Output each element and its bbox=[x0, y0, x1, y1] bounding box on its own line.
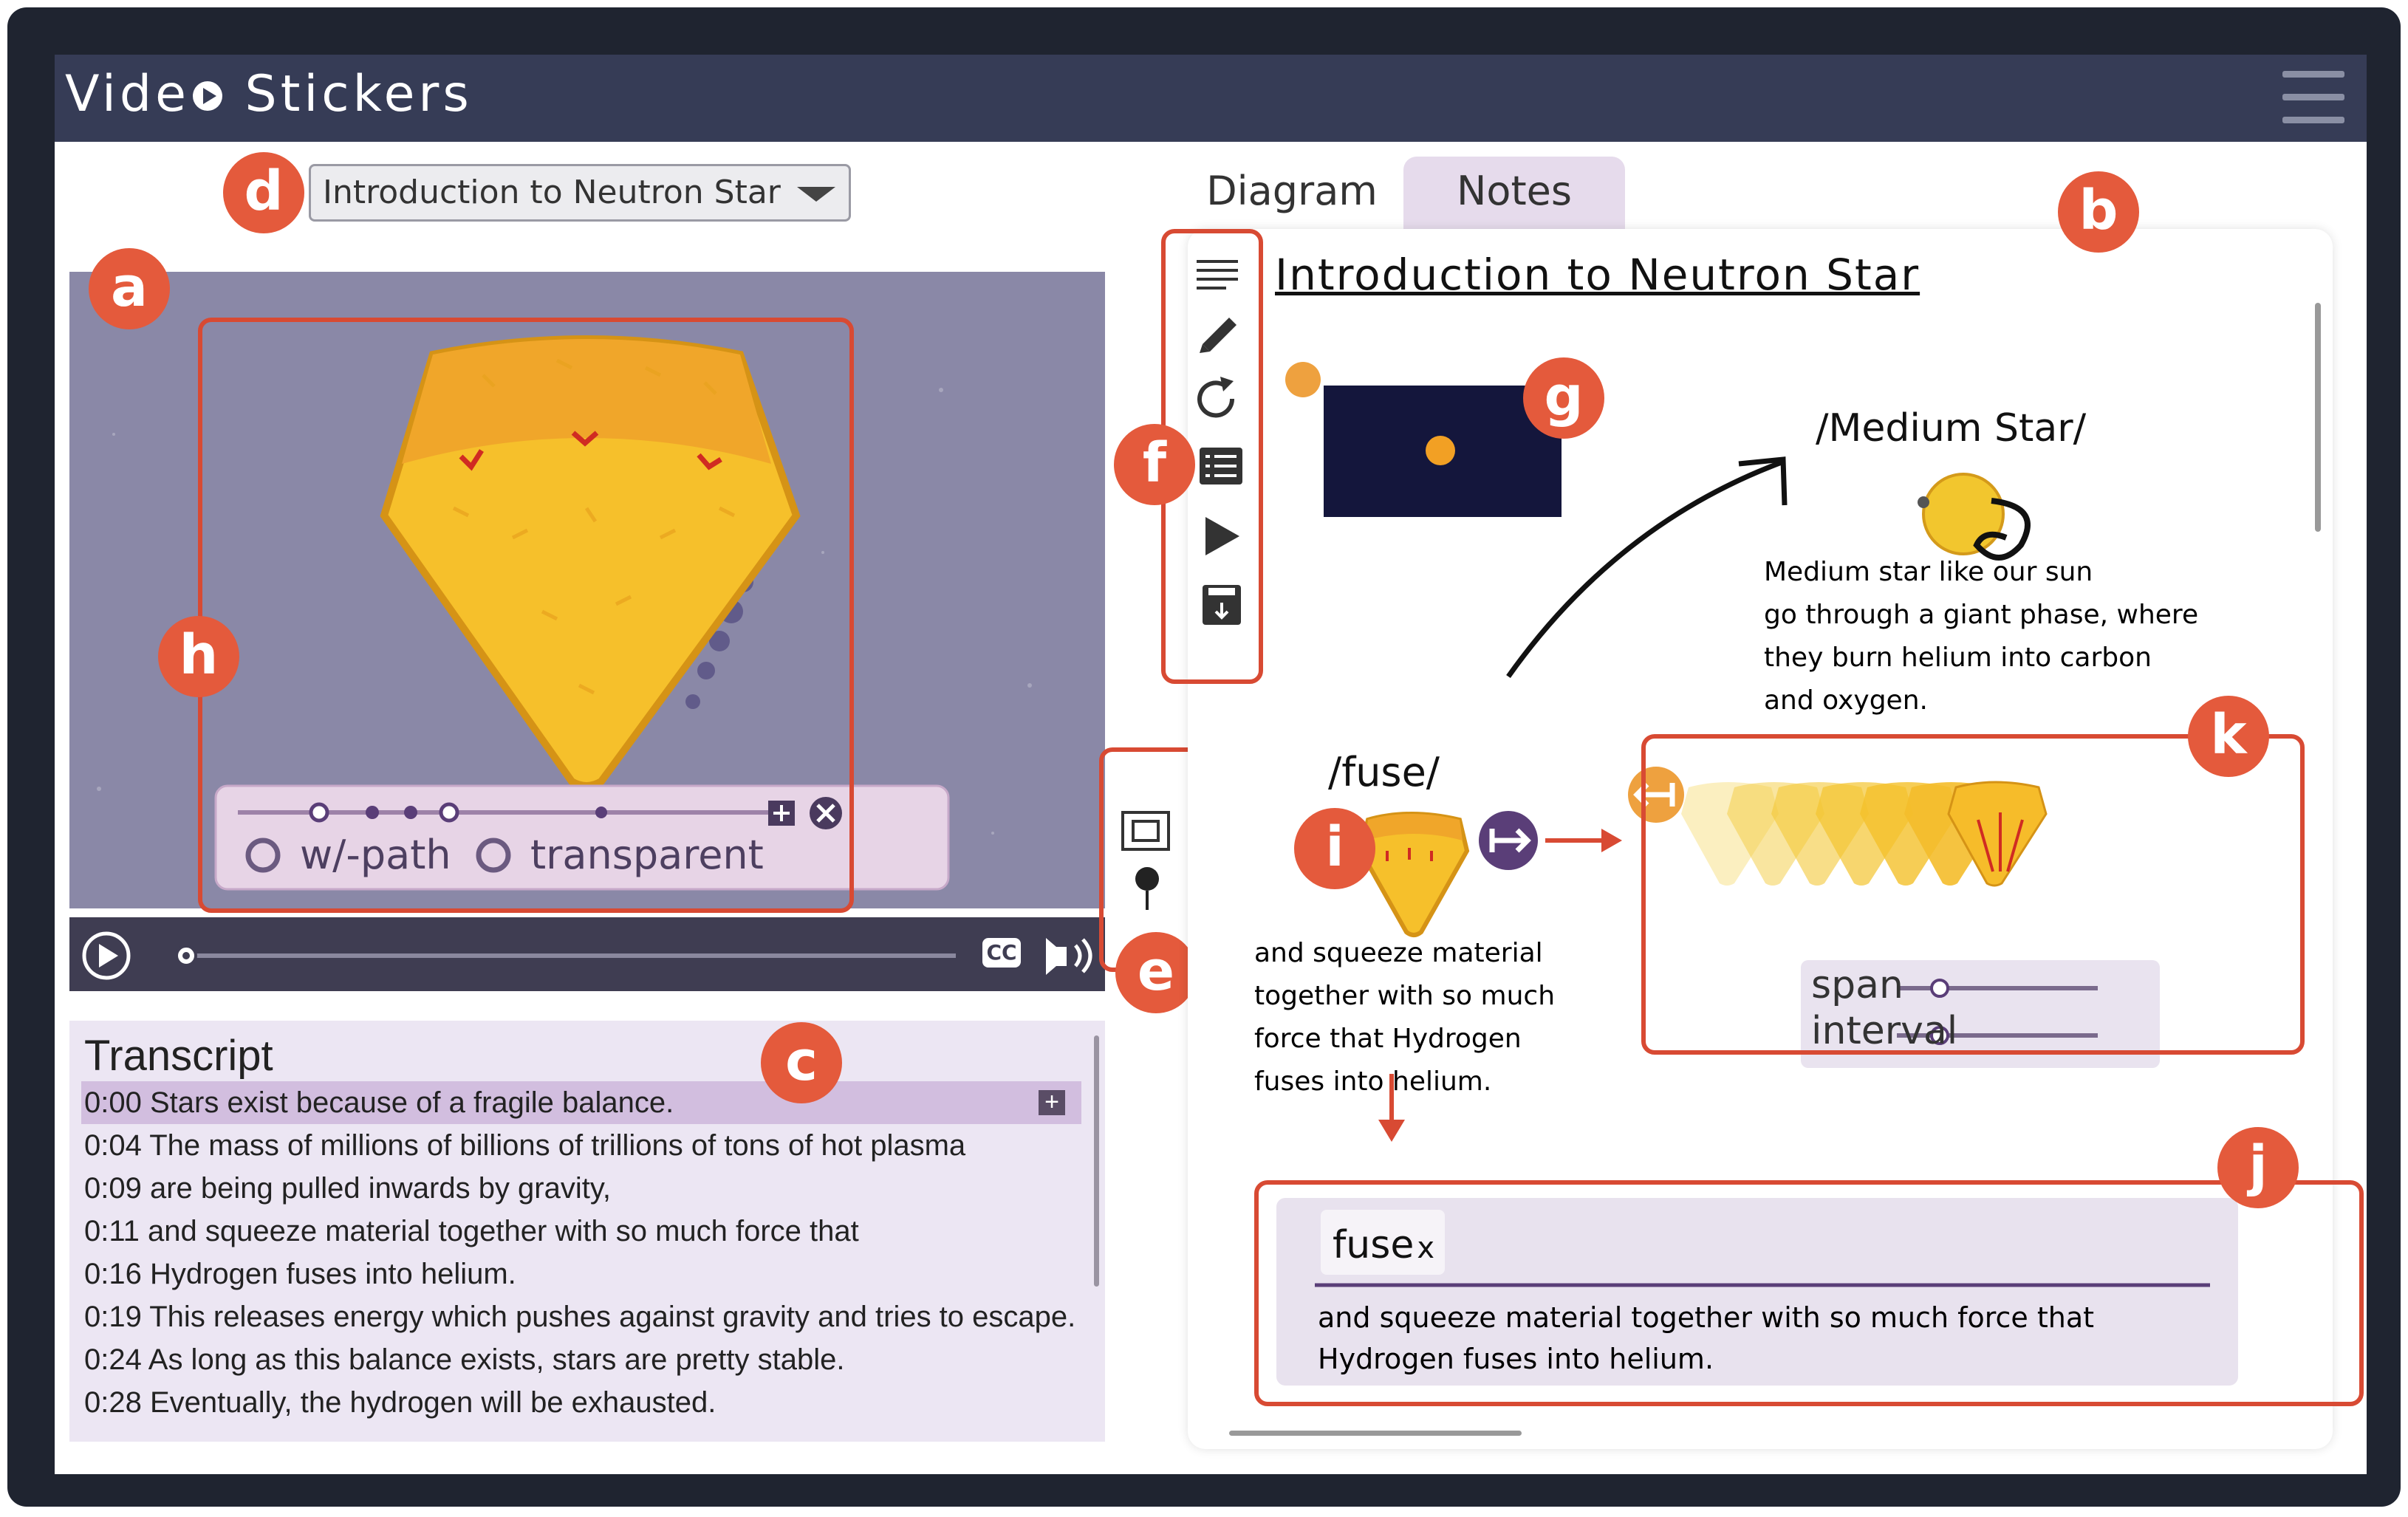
save-icon[interactable] bbox=[1188, 578, 1244, 632]
app-header: Vide Stickers bbox=[55, 55, 2367, 142]
sticker-region-box bbox=[198, 318, 854, 913]
text-tool-icon[interactable] bbox=[1188, 253, 1244, 297]
marker-h: h bbox=[158, 616, 239, 697]
transcript-row[interactable]: 0:09 are being pulled inwards by gravity… bbox=[84, 1167, 611, 1210]
animation-sticker-box bbox=[1641, 734, 2305, 1055]
pin-icon[interactable] bbox=[1130, 863, 1164, 914]
transcript-scrollbar[interactable] bbox=[1094, 1035, 1099, 1287]
marker-j: j bbox=[2217, 1127, 2299, 1208]
row-time: 0:00 bbox=[84, 1086, 142, 1119]
video-control-bar: CC bbox=[69, 917, 1105, 991]
join-button[interactable] bbox=[1479, 811, 1538, 870]
tab-diagram-label: Diagram bbox=[1206, 168, 1378, 214]
transcript-row[interactable]: 0:11 and squeeze material together with … bbox=[84, 1210, 859, 1253]
transcript-row[interactable]: 0:24 As long as this balance exists, sta… bbox=[84, 1338, 844, 1381]
hamburger-menu-icon[interactable] bbox=[2282, 71, 2344, 126]
tab-diagram[interactable]: Diagram bbox=[1188, 157, 1396, 229]
medium-star-note-line: they burn helium into carbon bbox=[1764, 643, 2152, 673]
closed-captions-button[interactable]: CC bbox=[982, 938, 1021, 968]
tab-notes[interactable]: Notes bbox=[1403, 157, 1625, 229]
app-title: Vide Stickers bbox=[65, 65, 473, 123]
transcript-row[interactable]: 0:16 Hydrogen fuses into helium. bbox=[84, 1253, 516, 1295]
marker-g: g bbox=[1523, 357, 1604, 439]
transcript-panel: Transcript 0:00 Stars exist because of a… bbox=[69, 1021, 1105, 1442]
row-text: This releases energy which pushes agains… bbox=[141, 1301, 1076, 1333]
fuse-note-line: together with so much bbox=[1254, 981, 1556, 1011]
row-time: 0:11 bbox=[84, 1215, 140, 1247]
chevron-down-icon bbox=[797, 187, 835, 202]
medium-star-label: /Medium Star/ bbox=[1816, 406, 2087, 451]
marker-i: i bbox=[1294, 808, 1375, 889]
row-time: 0:28 bbox=[84, 1386, 142, 1419]
group-sticker-icon[interactable] bbox=[1118, 808, 1173, 854]
play-button[interactable] bbox=[81, 931, 131, 981]
marker-a: a bbox=[89, 248, 170, 329]
app-title-suffix: Stickers bbox=[225, 65, 473, 123]
row-time: 0:19 bbox=[84, 1301, 142, 1333]
row-time: 0:09 bbox=[84, 1172, 142, 1205]
app-title-prefix: Vide bbox=[65, 65, 190, 123]
fuse-note-line: force that Hydrogen bbox=[1254, 1024, 1522, 1054]
row-text: Hydrogen fuses into helium. bbox=[141, 1258, 516, 1290]
row-text: Stars exist because of a fragile balance… bbox=[141, 1086, 674, 1119]
transcript-title: Transcript bbox=[84, 1032, 273, 1080]
row-time: 0:24 bbox=[84, 1343, 142, 1376]
tab-notes-label: Notes bbox=[1457, 168, 1572, 214]
row-text: The mass of millions of billions of tril… bbox=[141, 1129, 966, 1162]
video-selector[interactable]: Introduction to Neutron Star bbox=[309, 164, 851, 222]
transcript-row[interactable]: 0:28 Eventually, the hydrogen will be ex… bbox=[84, 1381, 716, 1424]
fuse-sticker[interactable] bbox=[1358, 805, 1470, 938]
medium-star-sticker[interactable] bbox=[1920, 473, 2031, 561]
row-text: are being pulled inwards by gravity, bbox=[141, 1172, 612, 1205]
cc-label: CC bbox=[986, 940, 1017, 965]
transcript-row[interactable]: 0:04 The mass of millions of billions of… bbox=[84, 1124, 965, 1167]
marker-d: d bbox=[223, 152, 304, 233]
app-frame: Vide Stickers d Introduction to Neutron … bbox=[7, 7, 2401, 1507]
add-sticker-icon[interactable]: + bbox=[1039, 1089, 1065, 1115]
video-selector-value: Introduction to Neutron Star bbox=[323, 174, 781, 211]
row-time: 0:04 bbox=[84, 1129, 142, 1162]
row-time: 0:16 bbox=[84, 1258, 142, 1290]
medium-star-note-line: go through a giant phase, where bbox=[1764, 600, 2199, 630]
volume-icon[interactable] bbox=[1039, 934, 1098, 978]
transcript-row[interactable]: 0:19 This releases energy which pushes a… bbox=[84, 1295, 1075, 1338]
row-text: As long as this balance exists, stars ar… bbox=[141, 1343, 845, 1376]
marker-k: k bbox=[2188, 696, 2269, 777]
transcript-row[interactable]: 0:00 Stars exist because of a fragile ba… bbox=[81, 1081, 1081, 1124]
medium-star-note-line: Medium star like our sun bbox=[1764, 557, 2093, 587]
list-icon[interactable] bbox=[1188, 439, 1244, 490]
pencil-icon[interactable] bbox=[1188, 310, 1244, 359]
marker-f: f bbox=[1114, 424, 1195, 505]
marker-c: c bbox=[761, 1022, 842, 1103]
fuse-note-line: fuses into helium. bbox=[1254, 1066, 1492, 1097]
app-screen: Vide Stickers d Introduction to Neutron … bbox=[55, 55, 2367, 1474]
fuse-label: /fuse/ bbox=[1328, 749, 1440, 795]
play-icon[interactable] bbox=[1188, 507, 1244, 566]
undo-icon[interactable] bbox=[1188, 371, 1244, 420]
fuse-note-line: and squeeze material bbox=[1254, 938, 1543, 968]
seek-bar[interactable] bbox=[173, 944, 963, 968]
marker-b: b bbox=[2058, 171, 2139, 253]
marker-e: e bbox=[1115, 932, 1197, 1013]
medium-star-note-line: and oxygen. bbox=[1764, 685, 1928, 716]
row-text: and squeeze material together with so mu… bbox=[139, 1215, 859, 1247]
row-text: Eventually, the hydrogen will be exhaust… bbox=[141, 1386, 716, 1419]
play-logo-icon bbox=[192, 81, 222, 111]
note-card-box bbox=[1254, 1180, 2364, 1406]
